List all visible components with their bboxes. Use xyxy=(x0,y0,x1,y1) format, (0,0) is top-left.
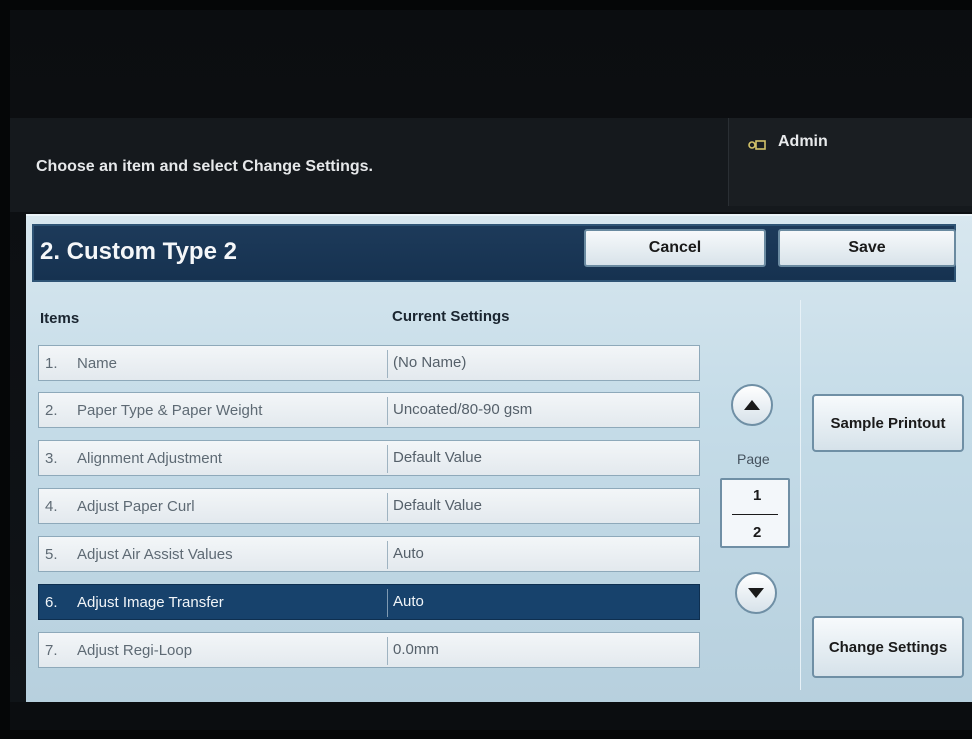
row-value: Auto xyxy=(393,593,424,610)
items-header: Items xyxy=(40,310,80,327)
row-divider xyxy=(387,541,388,569)
row-value: Auto xyxy=(393,545,424,562)
cancel-button[interactable]: Cancel xyxy=(584,229,766,267)
list-item[interactable]: 1. Name (No Name) xyxy=(38,345,700,381)
save-button[interactable]: Save xyxy=(778,229,956,267)
admin-label: Admin xyxy=(778,133,828,150)
list-item[interactable]: 2. Paper Type & Paper Weight Uncoated/80… xyxy=(38,392,700,428)
page-label: Page xyxy=(737,451,770,467)
list-item[interactable]: 4. Adjust Paper Curl Default Value xyxy=(38,488,700,524)
row-number: 4. xyxy=(45,498,58,515)
list-item[interactable]: 5. Adjust Air Assist Values Auto xyxy=(38,536,700,572)
row-name: Adjust Paper Curl xyxy=(77,498,195,515)
row-value: Default Value xyxy=(393,449,482,466)
row-name: Adjust Image Transfer xyxy=(77,594,224,611)
row-value: Uncoated/80-90 gsm xyxy=(393,401,533,418)
page-current: 1 xyxy=(753,487,762,504)
row-value: Default Value xyxy=(393,497,482,514)
row-name: Adjust Air Assist Values xyxy=(77,546,233,563)
key-icon xyxy=(748,140,766,150)
row-name: Adjust Regi-Loop xyxy=(77,642,193,659)
row-value: 0.0mm xyxy=(393,641,439,658)
triangle-up-icon xyxy=(744,400,760,410)
page-total: 2 xyxy=(753,524,762,541)
scroll-up-button[interactable] xyxy=(731,384,773,426)
current-settings-header: Current Settings xyxy=(392,308,510,325)
admin-area[interactable] xyxy=(728,118,972,206)
row-number: 2. xyxy=(45,402,58,419)
row-number: 7. xyxy=(45,642,58,659)
row-divider xyxy=(387,445,388,473)
row-value: (No Name) xyxy=(393,354,467,371)
row-number: 5. xyxy=(45,546,58,563)
row-number: 1. xyxy=(45,355,58,372)
instruction-message: Choose an item and select Change Setting… xyxy=(36,158,373,175)
row-divider xyxy=(387,637,388,665)
page-title: 2. Custom Type 2 xyxy=(40,238,237,265)
list-item[interactable]: 3. Alignment Adjustment Default Value xyxy=(38,440,700,476)
row-divider xyxy=(387,350,388,378)
row-divider xyxy=(387,589,388,617)
row-divider xyxy=(387,493,388,521)
row-number: 6. xyxy=(45,594,58,611)
list-item[interactable]: 7. Adjust Regi-Loop 0.0mm xyxy=(38,632,700,668)
row-number: 3. xyxy=(45,450,58,467)
sample-printout-button[interactable]: Sample Printout xyxy=(812,394,964,452)
page-fraction-line xyxy=(732,514,778,515)
row-name: Name xyxy=(77,355,118,372)
change-settings-button[interactable]: Change Settings xyxy=(812,616,964,678)
vertical-divider xyxy=(800,300,801,690)
row-name: Paper Type & Paper Weight xyxy=(77,402,263,419)
list-item-selected[interactable]: 6. Adjust Image Transfer Auto xyxy=(38,584,700,620)
scroll-down-button[interactable] xyxy=(735,572,777,614)
bottom-bezel xyxy=(10,702,972,730)
row-name: Alignment Adjustment xyxy=(77,450,223,467)
row-divider xyxy=(387,397,388,425)
triangle-down-icon xyxy=(748,588,764,598)
